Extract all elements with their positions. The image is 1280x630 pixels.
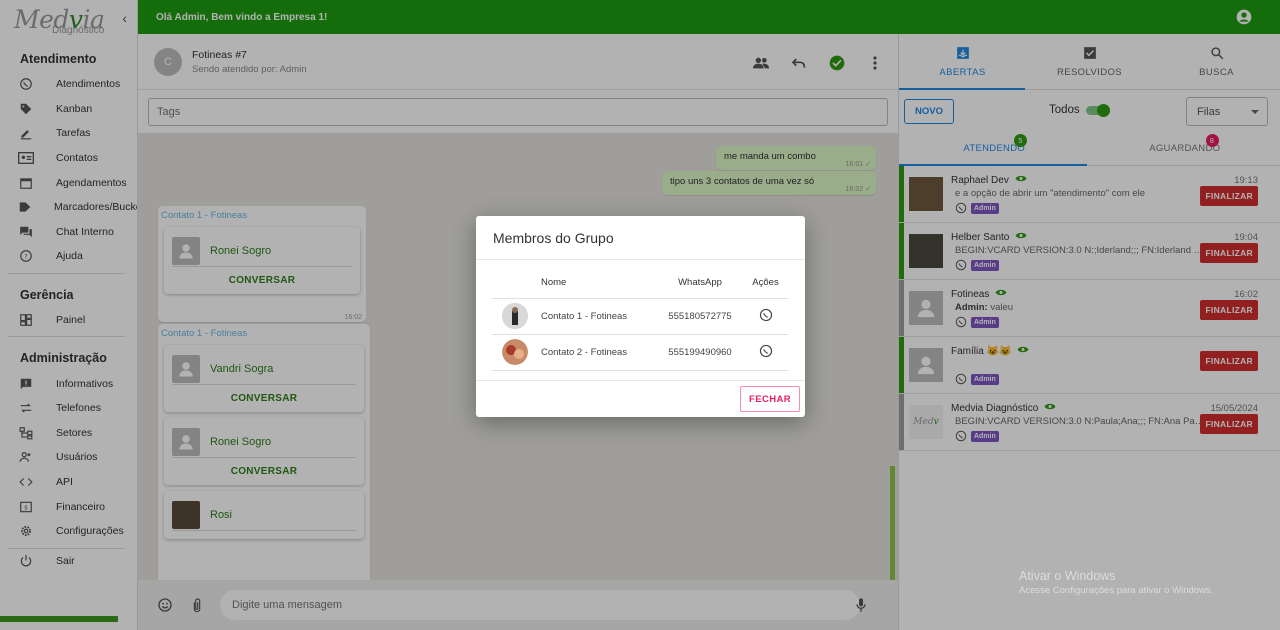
column-header: WhatsApp <box>657 268 743 299</box>
close-dialog-button[interactable]: FECHAR <box>740 386 800 412</box>
watermark-title: Ativar o Windows <box>1019 569 1116 583</box>
member-avatar <box>502 303 528 329</box>
whatsapp-action-icon[interactable] <box>759 308 773 325</box>
table-row: Contato 2 - Fotineas 555199490960 <box>492 334 788 371</box>
watermark-text: Acesse Configurações para ativar o Windo… <box>1019 585 1214 596</box>
column-header: Ações <box>743 268 788 299</box>
member-avatar <box>502 339 528 365</box>
member-whatsapp: 555199490960 <box>657 334 743 371</box>
members-table: Nome WhatsApp Ações Contato 1 - Fotineas… <box>492 268 788 371</box>
table-row: Contato 1 - Fotineas 555180572775 <box>492 298 788 335</box>
whatsapp-action-icon[interactable] <box>759 344 773 361</box>
column-header: Nome <box>541 268 657 299</box>
member-name: Contato 2 - Fotineas <box>541 334 657 371</box>
group-members-dialog: Membros do Grupo Nome WhatsApp Ações Con… <box>476 216 805 417</box>
member-whatsapp: 555180572775 <box>657 298 743 335</box>
member-name: Contato 1 - Fotineas <box>541 298 657 335</box>
table-header-row: Nome WhatsApp Ações <box>492 268 788 299</box>
windows-activation-watermark: Ativar o Windows Acesse Configurações pa… <box>1019 569 1213 596</box>
dialog-footer: FECHAR <box>476 380 805 417</box>
dialog-title: Membros do Grupo <box>476 216 805 260</box>
